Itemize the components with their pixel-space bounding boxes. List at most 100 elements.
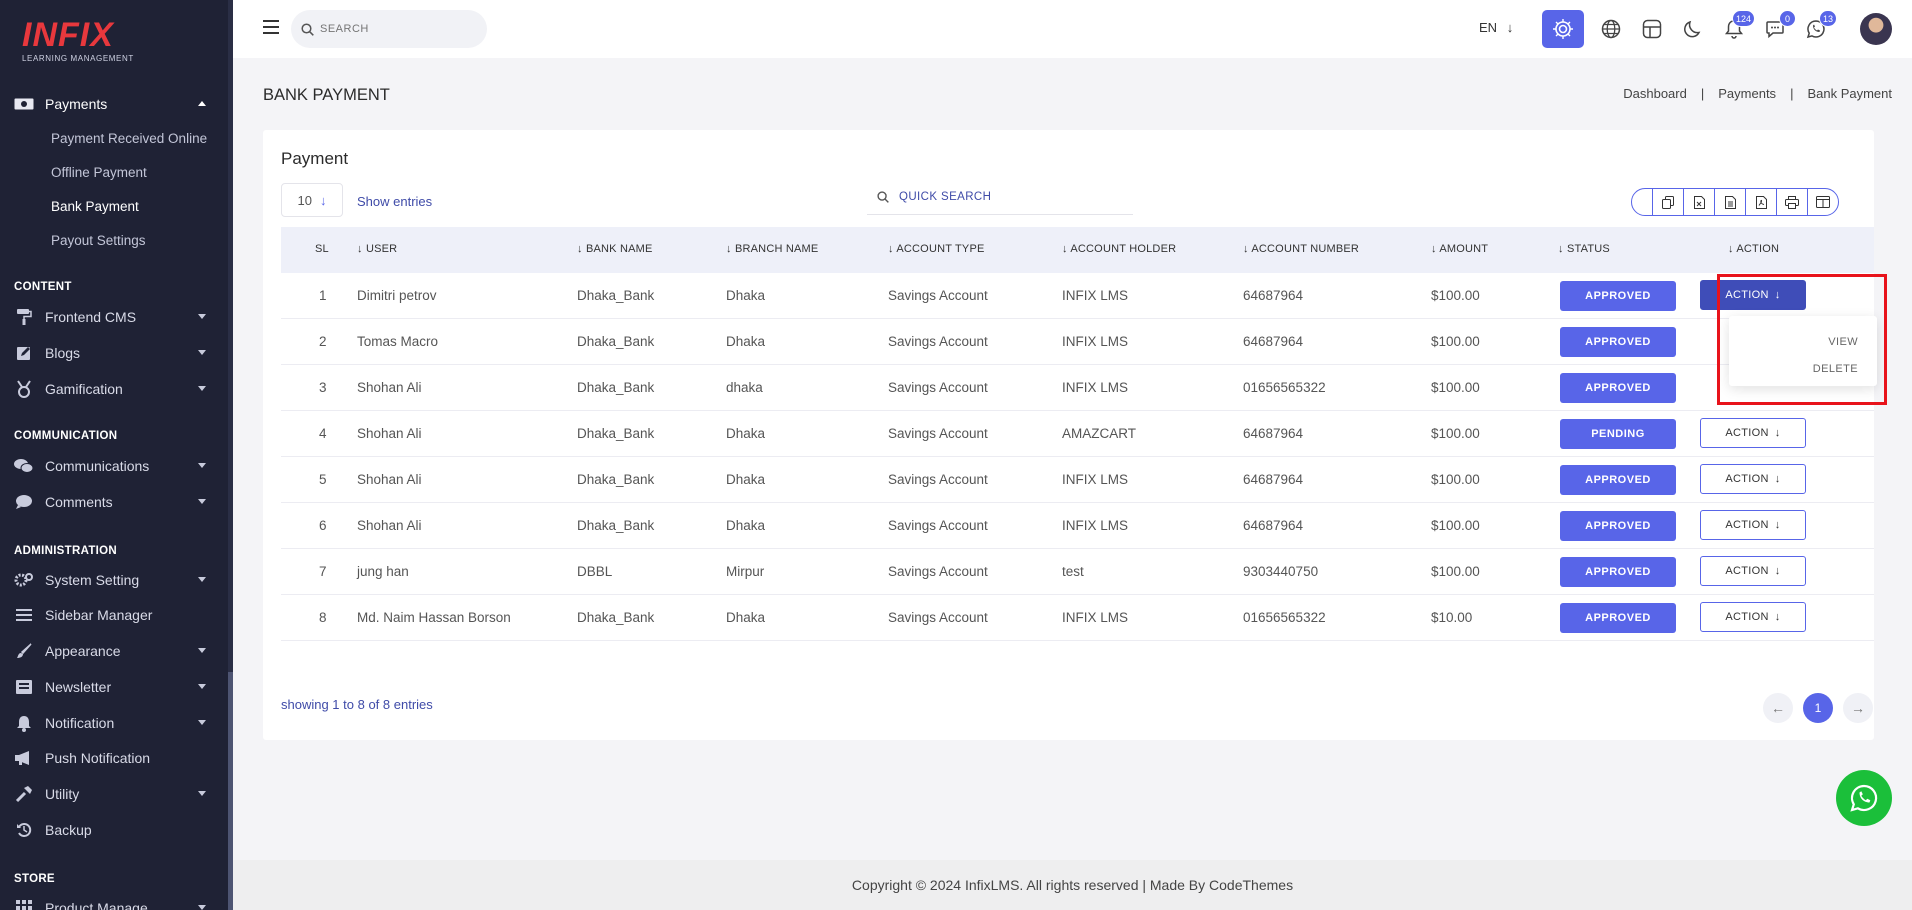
page-number-button[interactable]: 1 xyxy=(1803,693,1833,723)
status-badge: APPROVED xyxy=(1560,281,1676,311)
column-header-bank-name[interactable]: ↓ BANK NAME xyxy=(577,243,653,255)
sidebar-item-label: Communications xyxy=(45,458,150,474)
column-header-amount[interactable]: ↓ AMOUNT xyxy=(1431,243,1488,255)
cell-sl: 8 xyxy=(319,610,327,625)
table-row: 5 Shohan Ali Dhaka_Bank Dhaka Savings Accoun… xyxy=(281,457,1874,503)
notifications-button[interactable]: 124 xyxy=(1719,10,1755,44)
column-header-account-number[interactable]: ↓ ACCOUNT NUMBER xyxy=(1243,243,1359,255)
cell-sl: 7 xyxy=(319,564,327,579)
column-header-sl[interactable]: SL xyxy=(315,243,329,255)
sort-arrow-icon: ↓ xyxy=(1558,243,1567,255)
quick-search-bar[interactable] xyxy=(867,180,1133,215)
column-header-status[interactable]: ↓ STATUS xyxy=(1558,243,1610,255)
logo[interactable]: INFIX LEARNING MANAGEMENT xyxy=(22,18,172,68)
cell-amount: $100.00 xyxy=(1431,564,1480,579)
dashboard-toggle-button[interactable] xyxy=(1542,10,1584,48)
action-button[interactable]: ACTION ↓ xyxy=(1700,602,1806,632)
copy-button[interactable] xyxy=(1652,189,1683,215)
layout-button[interactable] xyxy=(1637,14,1667,44)
copyright-text: Copyright © 2024 InfixLMS. All rights re… xyxy=(851,877,1294,893)
medal-icon xyxy=(13,380,35,398)
sidebar-item-payments[interactable]: Payments xyxy=(0,89,228,119)
language-selector[interactable]: EN ↓ xyxy=(1479,20,1513,35)
excel-export-button[interactable] xyxy=(1683,189,1714,215)
sidebar-item-sidebar-manager[interactable]: Sidebar Manager xyxy=(0,600,228,630)
column-header-label: BANK NAME xyxy=(585,243,653,255)
action-button[interactable]: ACTION ↓ xyxy=(1700,510,1806,540)
table-row: 3 Shohan Ali Dhaka_Bank dhaka Savings Accoun… xyxy=(281,365,1874,411)
avatar[interactable] xyxy=(1860,13,1892,45)
column-header-user[interactable]: ↓ USER xyxy=(357,243,397,255)
sidebar-item-gamification[interactable]: Gamification xyxy=(0,374,228,404)
previous-page-button[interactable]: ← xyxy=(1763,693,1793,723)
action-button[interactable]: ACTION ↓ xyxy=(1700,556,1806,586)
sidebar-item-label: Push Notification xyxy=(45,750,151,766)
showing-entries-text: showing 1 to 8 of 8 entries xyxy=(281,697,433,712)
cell-account-number: 64687964 xyxy=(1243,472,1304,487)
column-header-label: USER xyxy=(365,243,398,255)
cell-account-holder: INFIX LMS xyxy=(1062,380,1129,395)
messages-button[interactable]: 0 xyxy=(1760,10,1796,44)
topbar: EN ↓ 124 0 13 xyxy=(233,0,1912,58)
list-icon xyxy=(13,606,35,624)
dark-mode-button[interactable] xyxy=(1678,14,1708,44)
whatsapp-messages-button[interactable]: 13 xyxy=(1801,10,1837,44)
section-administration: ADMINISTRATION xyxy=(14,545,118,557)
menu-toggle-icon[interactable] xyxy=(263,20,279,34)
column-visibility-button[interactable] xyxy=(1807,189,1838,215)
next-page-button[interactable]: → xyxy=(1843,693,1873,723)
table-row: 2 Tomas Macro Dhaka_Bank Dhaka Savings Accou… xyxy=(281,319,1874,365)
cell-user: Tomas Macro xyxy=(357,334,439,349)
sidebar-item-blogs[interactable]: Blogs xyxy=(0,338,228,368)
print-button[interactable] xyxy=(1776,189,1807,215)
csv-export-button[interactable] xyxy=(1714,189,1745,215)
sidebar-scrollbar[interactable] xyxy=(228,0,233,910)
cell-user: Md. Naim Hassan Borson xyxy=(357,610,511,625)
column-header-account-holder[interactable]: ↓ ACCOUNT HOLDER xyxy=(1062,243,1176,255)
sidebar-item-label: Frontend CMS xyxy=(45,309,137,325)
sidebar-item-comments[interactable]: Comments xyxy=(0,487,228,517)
sidebar-item-backup[interactable]: Backup xyxy=(0,815,228,845)
sidebar-item-product-manage[interactable]: Product Manage xyxy=(0,893,228,910)
file-csv-icon xyxy=(1724,195,1736,209)
table-header: SL ↓ USER ↓ BANK NAME ↓ BRANCH NAME ↓ AC… xyxy=(281,227,1874,273)
globe-button[interactable] xyxy=(1596,14,1626,44)
sidebar-item-push-notification[interactable]: Push Notification xyxy=(0,743,228,773)
cell-user: Shohan Ali xyxy=(357,426,422,441)
sidebar-item-appearance[interactable]: Appearance xyxy=(0,636,228,666)
quick-search-input[interactable] xyxy=(899,191,1053,203)
action-button[interactable]: ACTION ↓ xyxy=(1700,418,1806,448)
breadcrumb-dashboard[interactable]: Dashboard xyxy=(1623,86,1687,101)
sidebar-item-newsletter[interactable]: Newsletter xyxy=(0,672,228,702)
sidebar-item-utility[interactable]: Utility xyxy=(0,779,228,809)
sidebar-sub-payment-received-online[interactable]: Payment Received Online xyxy=(51,131,207,146)
column-header-account-type[interactable]: ↓ ACCOUNT TYPE xyxy=(888,243,985,255)
sidebar-item-frontend-cms[interactable]: Frontend CMS xyxy=(0,302,228,332)
whatsapp-chat-button[interactable] xyxy=(1836,770,1892,826)
cell-account-number: 9303440750 xyxy=(1243,564,1319,579)
entries-per-page-select[interactable]: 10 ↓ xyxy=(281,183,343,217)
chevron-down-icon xyxy=(198,577,206,582)
cell-account-holder: AMAZCART xyxy=(1062,426,1137,441)
status-badge: APPROVED xyxy=(1560,465,1676,495)
pdf-export-button[interactable] xyxy=(1745,189,1776,215)
sidebar-item-label: Sidebar Manager xyxy=(45,607,153,623)
sidebar-sub-payout-settings[interactable]: Payout Settings xyxy=(51,233,146,248)
sidebar-item-system-setting[interactable]: System Setting xyxy=(0,565,228,595)
column-header-label: ACCOUNT NUMBER xyxy=(1251,243,1360,255)
cell-branch-name: Dhaka xyxy=(726,288,766,303)
search-bar[interactable] xyxy=(291,10,487,48)
sidebar-item-notification[interactable]: Notification xyxy=(0,708,228,738)
arrow-left-icon: ← xyxy=(1771,700,1785,716)
column-header-branch-name[interactable]: ↓ BRANCH NAME xyxy=(726,243,818,255)
search-input[interactable] xyxy=(320,23,470,35)
cell-user: Shohan Ali xyxy=(357,380,422,395)
action-button[interactable]: ACTION ↓ xyxy=(1700,464,1806,494)
cell-bank-name: Dhaka_Bank xyxy=(577,380,655,395)
column-header-action[interactable]: ↓ ACTION xyxy=(1728,243,1779,255)
sidebar-sub-offline-payment[interactable]: Offline Payment xyxy=(51,165,147,180)
layout-icon xyxy=(1642,19,1662,39)
sidebar-sub-bank-payment[interactable]: Bank Payment xyxy=(51,199,139,214)
breadcrumb-payments[interactable]: Payments xyxy=(1718,86,1776,101)
sidebar-item-communications[interactable]: Communications xyxy=(0,451,228,481)
